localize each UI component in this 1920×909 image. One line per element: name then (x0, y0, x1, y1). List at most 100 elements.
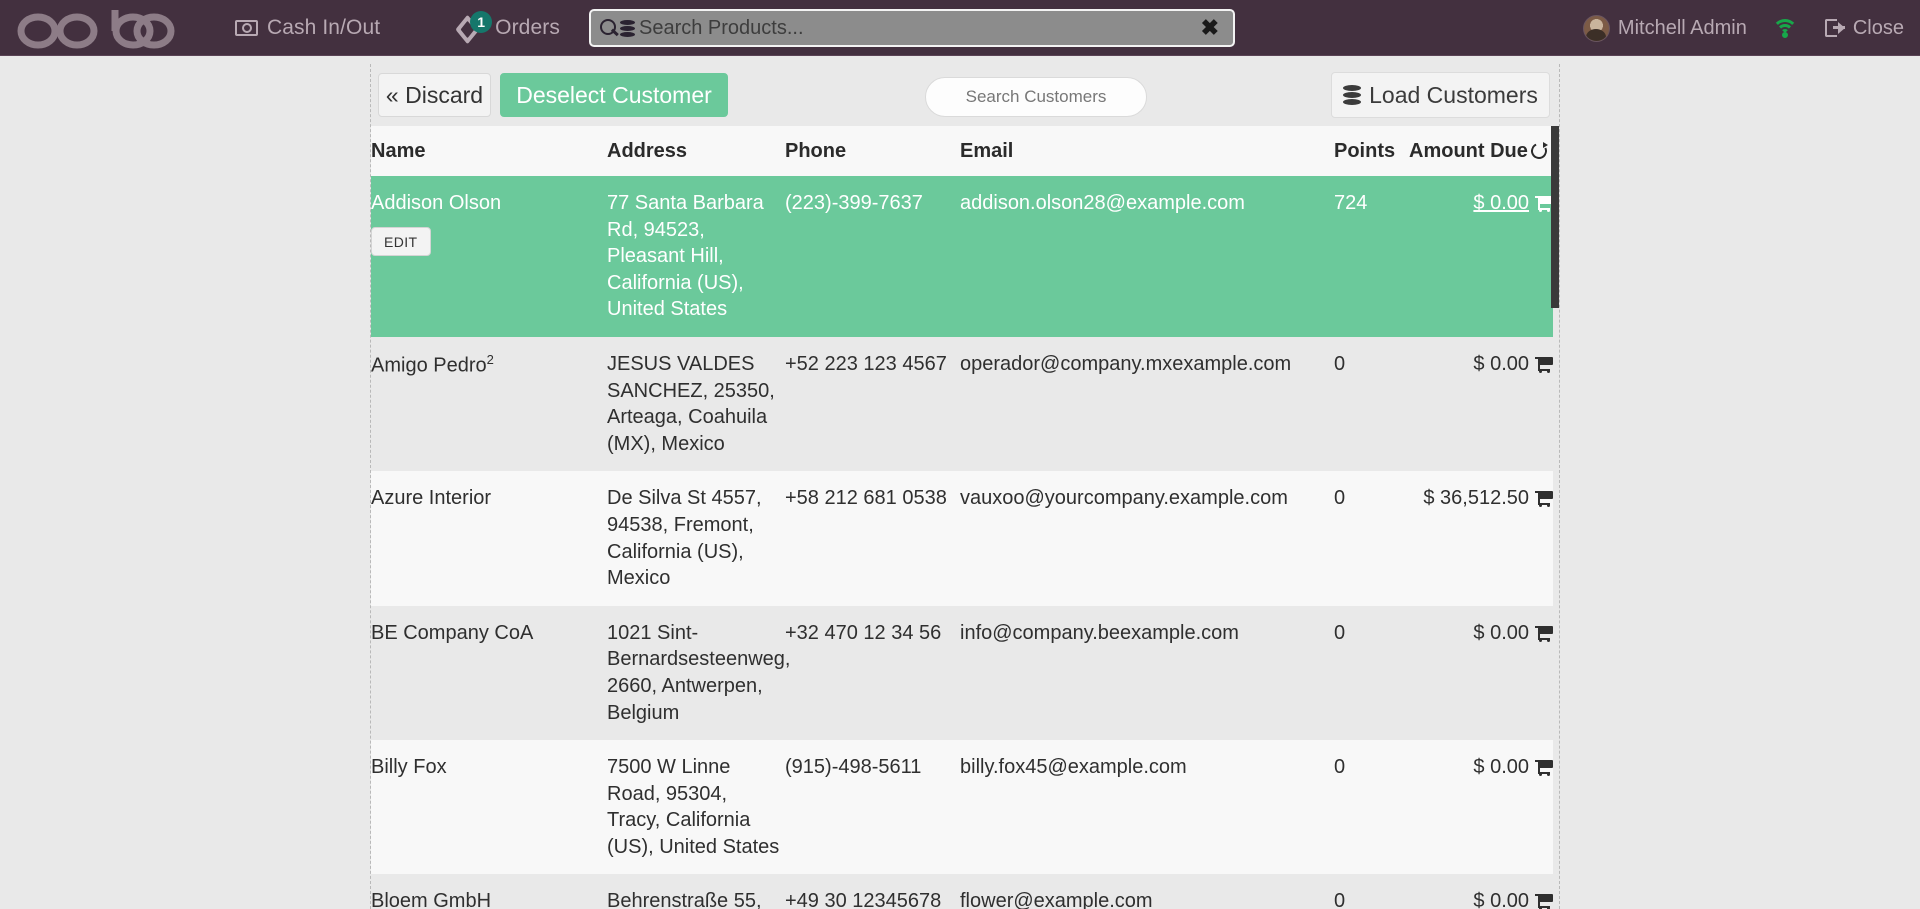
cell-points: 0 (1334, 471, 1409, 605)
orders-icon: 1 (458, 15, 486, 41)
cell-email: billy.fox45@example.com (960, 740, 1334, 874)
cell-points: 0 (1334, 740, 1409, 874)
close-label: Close (1853, 17, 1904, 40)
cell-phone: +32 470 12 34 56 (785, 606, 960, 740)
cell-address: 7500 W Linne Road, 95304, Tracy, Califor… (607, 740, 785, 874)
column-header-address[interactable]: Address (607, 126, 785, 176)
customer-name: Azure Interior (371, 487, 491, 509)
customer-name: Amigo Pedro (371, 355, 487, 377)
client-list-screen: « Discard Deselect Customer Search Custo… (370, 64, 1560, 909)
refresh-icon[interactable] (1531, 143, 1547, 159)
cell-email: vauxoo@yourcompany.example.com (960, 471, 1334, 605)
top-bar-right-group: Mitchell Admin Close (1583, 0, 1920, 56)
customer-table: Name Address Phone Email Points Amount D… (371, 126, 1553, 909)
table-scrollbar-thumb[interactable] (1551, 126, 1559, 308)
cell-phone: (223)-399-7637 (785, 176, 960, 337)
cell-phone: (915)-498-5611 (785, 740, 960, 874)
cell-address: 1021 Sint-Bernardsesteenweg, 2660, Antwe… (607, 606, 785, 740)
cell-email: info@company.beexample.com (960, 606, 1334, 740)
search-icon (599, 18, 619, 38)
customer-name: Addison Olson (371, 192, 501, 214)
orders-count-badge: 1 (470, 11, 492, 33)
cell-points: 0 (1334, 874, 1409, 909)
cell-email: flower@example.com (960, 874, 1334, 909)
customer-name-superscript: 2 (487, 352, 494, 367)
cell-name: Amigo Pedro2 (371, 337, 607, 471)
cash-icon (235, 20, 258, 36)
table-row[interactable]: Azure Interior De Silva St 4557, 94538, F… (371, 471, 1553, 605)
table-header-row: Name Address Phone Email Points Amount D… (371, 126, 1553, 176)
database-icon (620, 20, 635, 37)
cell-phone: +49 30 12345678 (785, 874, 960, 909)
cell-points: 0 (1334, 337, 1409, 471)
wifi-icon (1771, 17, 1799, 39)
cell-phone: +58 212 681 0538 (785, 471, 960, 605)
amount-due-value: $ 0.00 (1473, 756, 1529, 778)
customer-name: Billy Fox (371, 756, 447, 778)
clear-search-icon[interactable]: ✖ (1195, 17, 1225, 39)
user-name-label[interactable]: Mitchell Admin (1618, 17, 1747, 40)
load-customers-button[interactable]: Load Customers (1331, 72, 1550, 118)
close-button[interactable]: Close (1825, 17, 1904, 40)
cash-in-out-button[interactable]: Cash In/Out (221, 0, 394, 56)
deselect-customer-button[interactable]: Deselect Customer (500, 73, 728, 117)
customer-table-head: Name Address Phone Email Points Amount D… (371, 126, 1553, 176)
client-list-toolbar: « Discard Deselect Customer Search Custo… (371, 64, 1559, 126)
pos-main-area: « Discard Deselect Customer Search Custo… (0, 56, 1920, 909)
pos-top-bar: Cash In/Out 1 Orders Search Products... … (0, 0, 1920, 56)
cell-address: De Silva St 4557, 94538, Fremont, Califo… (607, 471, 785, 605)
customer-table-scroll-area[interactable]: Name Address Phone Email Points Amount D… (371, 126, 1561, 909)
cell-amount-due: $ 36,512.50 (1409, 471, 1553, 605)
product-search-input[interactable]: Search Products... (639, 17, 1195, 40)
cell-amount-due: $ 0.00 (1409, 176, 1553, 337)
table-row[interactable]: Addison Olson EDIT 77 Santa Barbara Rd, 94… (371, 176, 1553, 337)
search-customers-input[interactable]: Search Customers (925, 77, 1147, 117)
cash-in-out-label: Cash In/Out (267, 16, 380, 40)
table-scrollbar[interactable] (1551, 126, 1559, 909)
cell-address: Behrenstraße 55, 10117, Berlin, Germany (607, 874, 785, 909)
cell-amount-due: $ 0.00 (1409, 337, 1553, 471)
amount-due-value[interactable]: $ 0.00 (1473, 192, 1529, 214)
product-search-box[interactable]: Search Products... ✖ (589, 9, 1235, 47)
amount-due-value: $ 36,512.50 (1423, 487, 1529, 509)
cell-points: 0 (1334, 606, 1409, 740)
cell-points: 724 (1334, 176, 1409, 337)
amount-due-value: $ 0.00 (1473, 622, 1529, 644)
cell-name: Bloem GmbH (371, 874, 607, 909)
column-header-email[interactable]: Email (960, 126, 1334, 176)
column-header-points[interactable]: Points (1334, 126, 1409, 176)
cell-amount-due: $ 0.00 (1409, 740, 1553, 874)
column-header-phone[interactable]: Phone (785, 126, 960, 176)
cell-amount-due: $ 0.00 (1409, 874, 1553, 909)
cell-email: operador@company.mxexample.com (960, 337, 1334, 471)
table-row[interactable]: Bloem GmbH Behrenstraße 55, 10117, Berlin… (371, 874, 1553, 909)
amount-due-value: $ 0.00 (1473, 353, 1529, 375)
cell-name: Addison Olson EDIT (371, 176, 607, 337)
column-header-amount-due-label: Amount Due (1409, 140, 1528, 162)
column-header-name[interactable]: Name (371, 126, 607, 176)
exit-icon (1825, 19, 1845, 37)
customer-table-body: Addison Olson EDIT 77 Santa Barbara Rd, 94… (371, 176, 1553, 909)
cell-address: JESUS VALDES SANCHEZ, 25350, Arteaga, Co… (607, 337, 785, 471)
orders-button[interactable]: 1 Orders (444, 0, 574, 56)
cell-address: 77 Santa Barbara Rd, 94523, Pleasant Hil… (607, 176, 785, 337)
customer-name: Bloem GmbH (371, 890, 491, 909)
cell-amount-due: $ 0.00 (1409, 606, 1553, 740)
avatar (1583, 15, 1610, 42)
discard-button[interactable]: « Discard (378, 73, 491, 117)
column-header-amount-due[interactable]: Amount Due (1409, 126, 1553, 176)
database-icon (1343, 85, 1361, 106)
customer-name: BE Company CoA (371, 622, 533, 644)
edit-customer-button[interactable]: EDIT (371, 227, 431, 257)
amount-due-value: $ 0.00 (1473, 890, 1529, 909)
orders-label: Orders (495, 16, 560, 40)
table-row[interactable]: Billy Fox 7500 W Linne Road, 95304, Tracy… (371, 740, 1553, 874)
cell-name: BE Company CoA (371, 606, 607, 740)
odoo-logo[interactable] (10, 0, 185, 56)
table-row[interactable]: BE Company CoA 1021 Sint-Bernardsesteenwe… (371, 606, 1553, 740)
table-row[interactable]: Amigo Pedro2JESUS VALDES SANCHEZ, 25350,… (371, 337, 1553, 471)
load-customers-label: Load Customers (1369, 82, 1538, 109)
cell-email: addison.olson28@example.com (960, 176, 1334, 337)
cell-name: Azure Interior (371, 471, 607, 605)
cell-phone: +52 223 123 4567 (785, 337, 960, 471)
